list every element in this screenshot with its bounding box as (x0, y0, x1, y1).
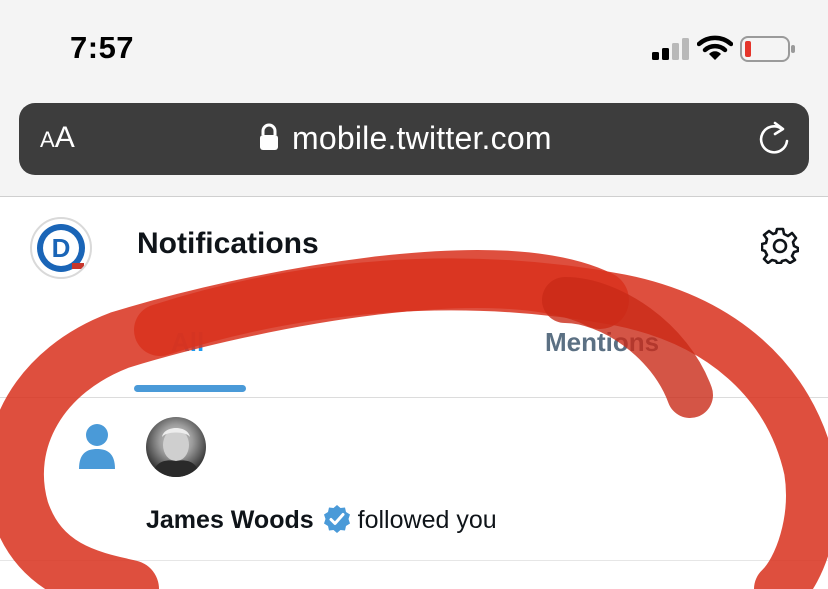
active-tab-indicator (134, 385, 246, 392)
notification-tabs: All Mentions (0, 293, 828, 398)
verified-badge-icon (323, 505, 350, 533)
tab-mentions[interactable]: Mentions (545, 327, 659, 358)
address-bar[interactable]: AA mobile.twitter.com (19, 103, 809, 175)
cellular-signal-icon (652, 38, 689, 60)
notification-text: James Woods followed you (146, 504, 497, 535)
reload-icon[interactable] (757, 121, 791, 157)
battery-low-icon (740, 36, 795, 62)
avatar-letter: D (52, 233, 71, 263)
url-text[interactable]: mobile.twitter.com (292, 120, 552, 157)
notification-item[interactable]: James Woods followed you (0, 398, 828, 561)
lock-icon (260, 123, 278, 150)
avatar[interactable]: D (30, 217, 92, 279)
democratic-logo-icon: D (37, 224, 85, 272)
tab-all[interactable]: All (171, 327, 204, 358)
person-follow-icon (79, 424, 115, 469)
notifications-header: D Notifications (0, 197, 828, 293)
wifi-icon (697, 35, 733, 60)
user-avatar[interactable] (146, 417, 206, 477)
avatar-photo-icon (152, 428, 200, 477)
text-size-button[interactable]: AA (40, 121, 75, 155)
status-bar: 7:57 (0, 0, 828, 92)
browser-toolbar: AA mobile.twitter.com (0, 92, 828, 197)
page-title: Notifications (137, 227, 319, 260)
user-name[interactable]: James Woods (146, 506, 314, 534)
notification-action-text: followed you (357, 506, 497, 534)
status-time: 7:57 (70, 30, 135, 65)
gear-icon[interactable] (761, 226, 799, 264)
